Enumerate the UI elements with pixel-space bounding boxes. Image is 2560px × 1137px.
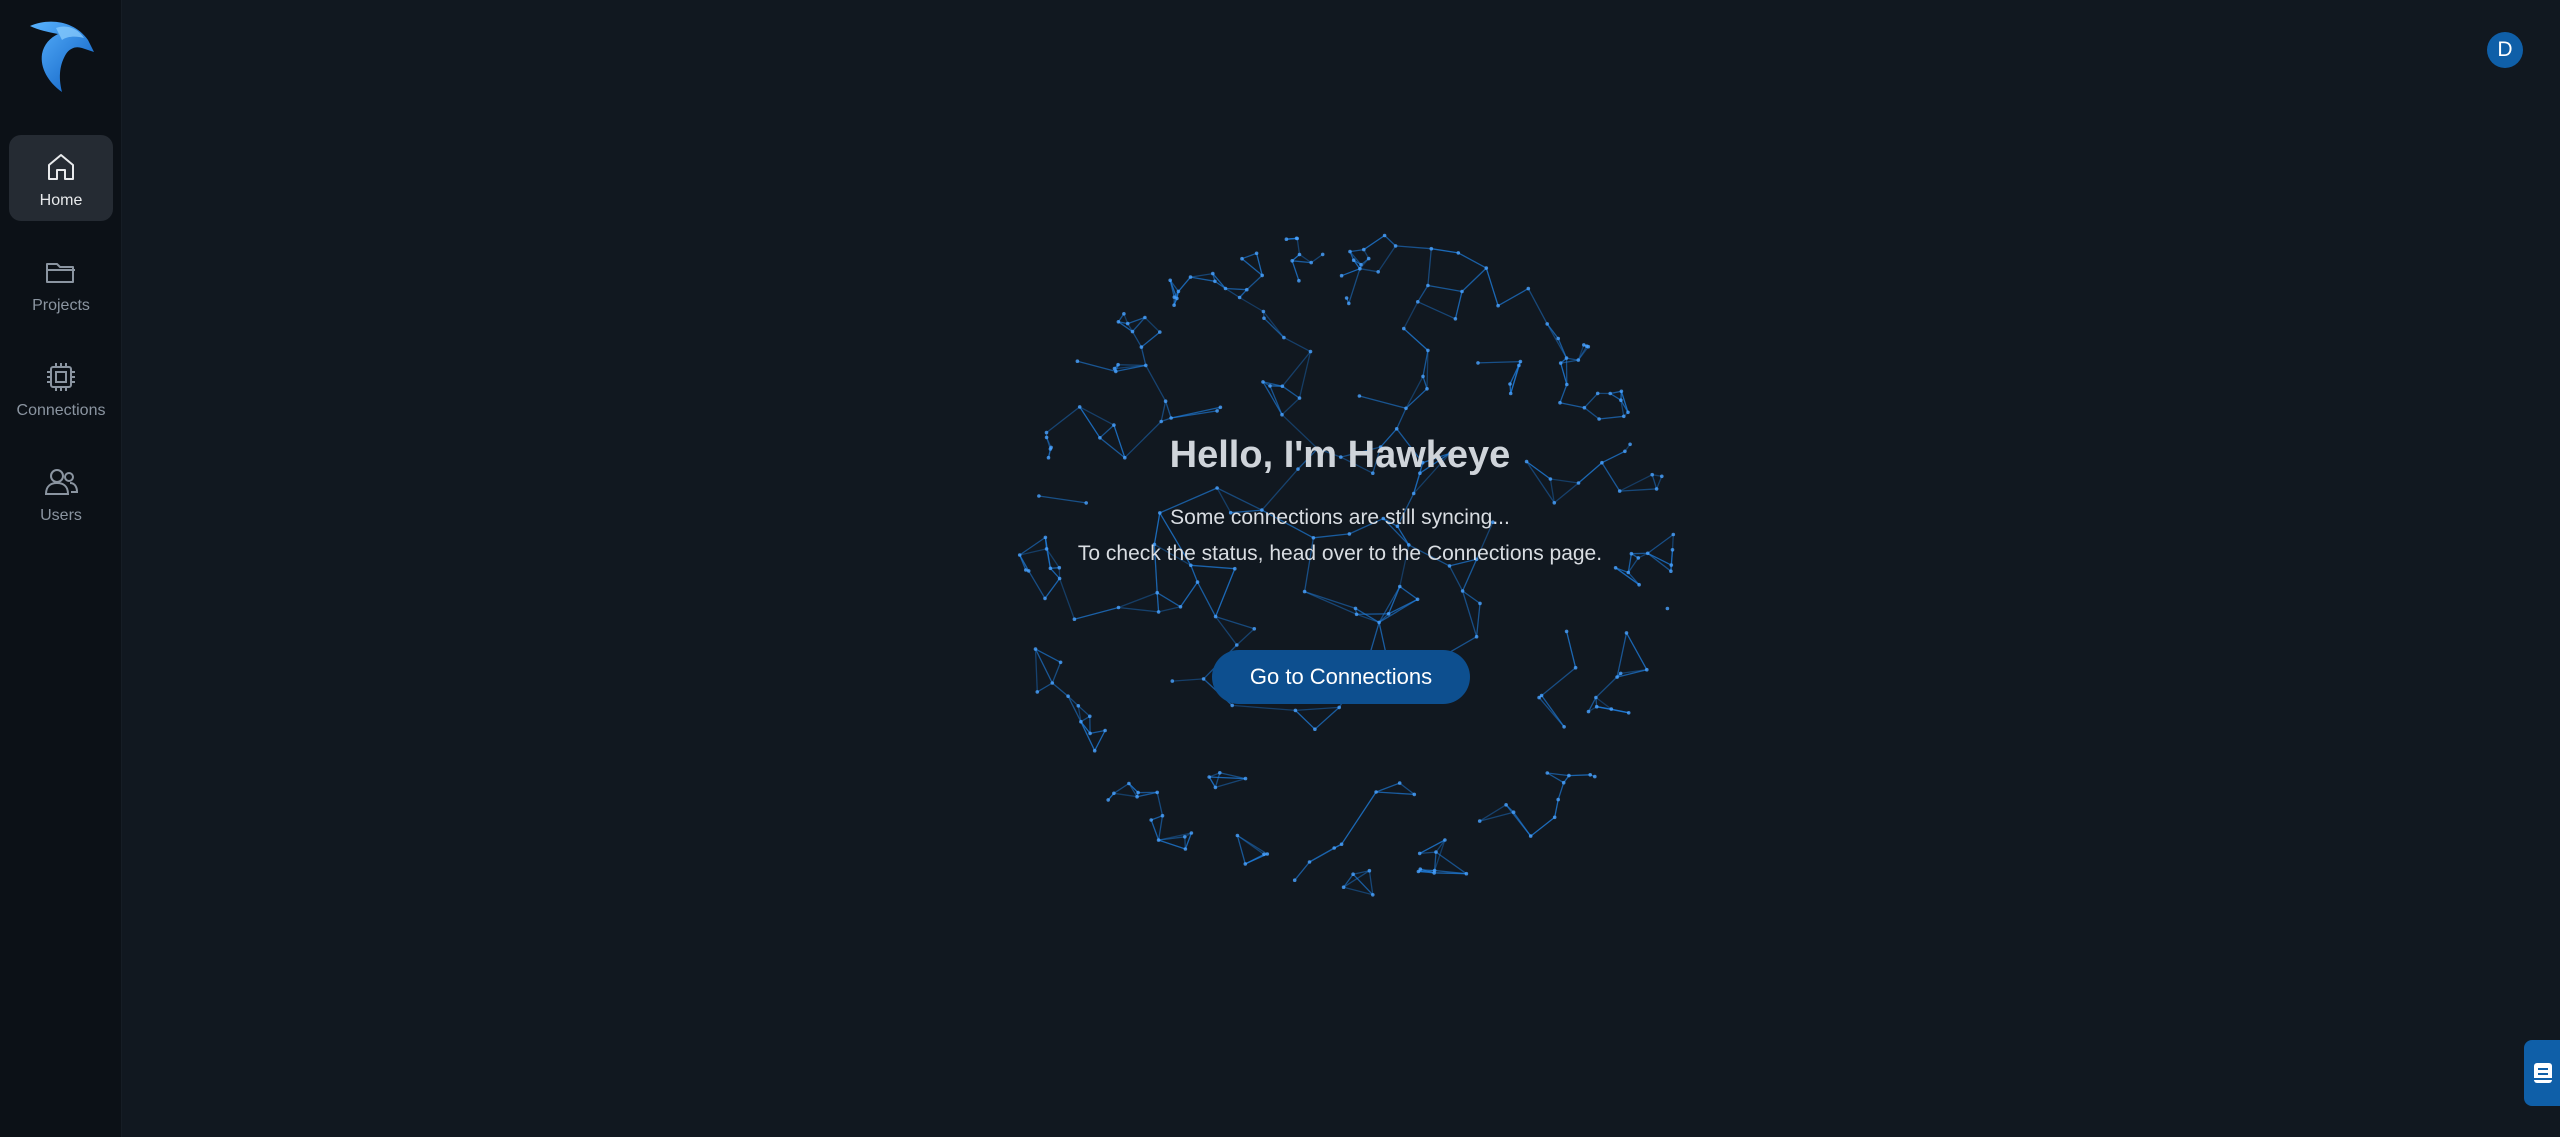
sidebar: Home Projects Connections Users [0,0,122,1137]
users-icon [44,469,79,495]
page-title: Hello, I'm Hawkeye [1169,434,1511,476]
sidebar-item-users[interactable]: Users [9,450,113,536]
chat-book-icon [2534,1063,2552,1083]
folder-icon [46,263,75,283]
sidebar-item-connections[interactable]: Connections [9,345,113,431]
sidebar-item-label: Connections [16,402,106,419]
eagle-logo-icon[interactable] [26,18,96,94]
go-to-connections-button[interactable]: Go to Connections [1212,650,1470,704]
sidebar-item-projects[interactable]: Projects [9,240,113,326]
welcome-panel: Hello, I'm Hawkeye Some connections are … [940,430,1740,572]
sidebar-item-home[interactable]: Home [9,135,113,221]
home-icon [48,154,74,180]
sync-hint-text: To check the status, head over to the Co… [1077,542,1603,565]
user-avatar[interactable]: D [2487,32,2523,68]
sidebar-item-label: Home [39,192,83,209]
chip-icon [47,363,75,391]
app-window: Home Projects Connections Users D Hello,… [0,0,2560,1137]
sidebar-item-label: Users [40,507,82,524]
sidebar-item-label: Projects [32,297,90,314]
chat-tab[interactable] [2524,1040,2560,1106]
sync-status-text: Some connections are still syncing... [1170,506,1510,529]
